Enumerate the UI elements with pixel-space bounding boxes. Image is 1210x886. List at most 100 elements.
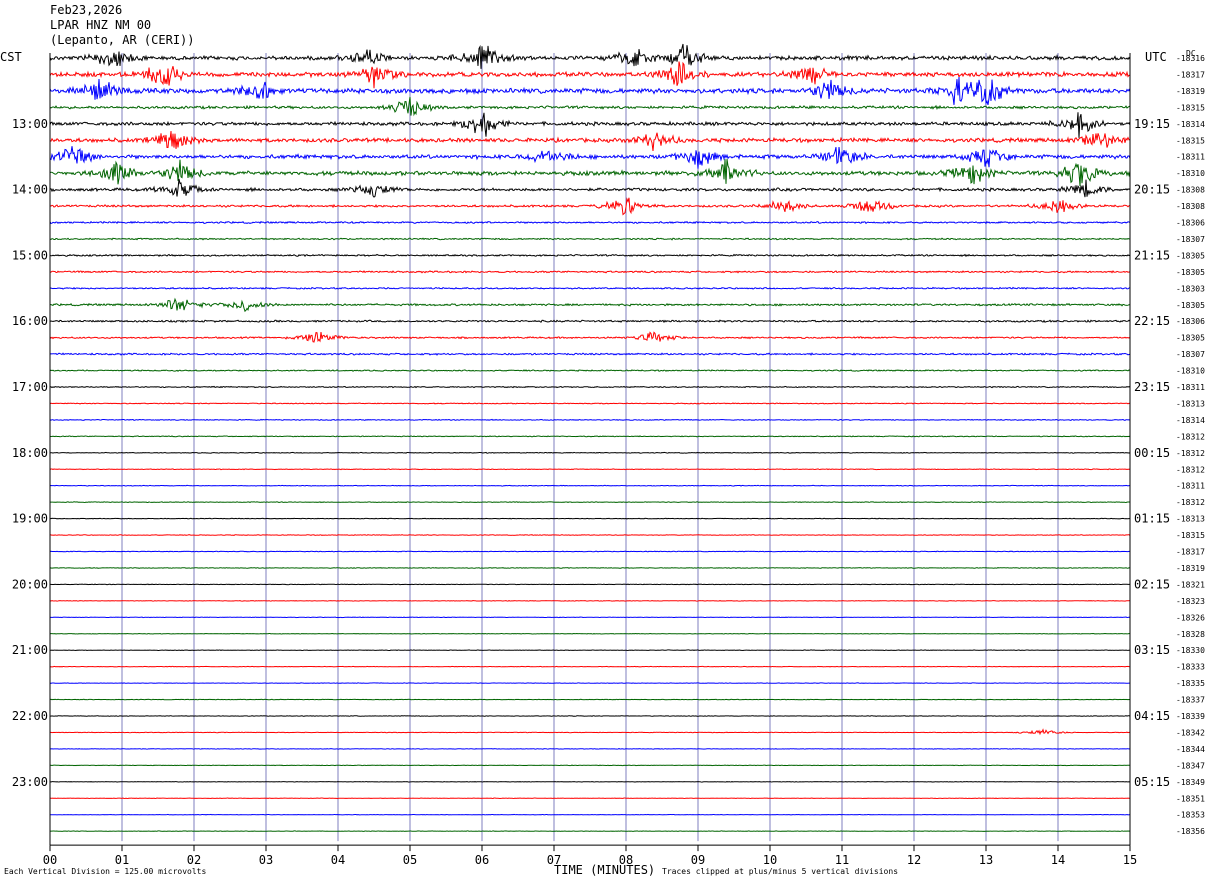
left-hour-label: 20:00 (12, 577, 48, 591)
dc-offset-label: -18312 (1176, 498, 1205, 507)
dc-offset-label: -18330 (1176, 646, 1205, 655)
seismic-trace (49, 352, 1131, 356)
dc-offset-label: -18308 (1176, 186, 1205, 195)
dc-offset-label: -18313 (1176, 399, 1205, 408)
dc-offset-label: -18305 (1176, 334, 1205, 343)
right-hour-label: 04:15 (1134, 709, 1170, 723)
left-hour-label: 15:00 (12, 248, 48, 262)
left-hour-label: 13:00 (12, 117, 48, 131)
dc-offset-label: -18317 (1176, 70, 1205, 79)
dc-offset-label: -18312 (1176, 465, 1205, 474)
left-hour-label: 19:00 (12, 512, 48, 526)
seismic-trace (50, 583, 1131, 586)
seismic-trace (49, 567, 1131, 569)
seismic-trace (50, 270, 1131, 274)
left-hour-label: 23:00 (12, 775, 48, 789)
dc-offset-label: -18323 (1176, 597, 1205, 606)
seismic-traces (49, 43, 1131, 832)
x-tick-label: 02 (187, 853, 201, 867)
seismic-trace (49, 178, 1131, 198)
dc-offset-label: -18314 (1176, 120, 1205, 129)
dc-offset-label: -18315 (1176, 136, 1205, 145)
dc-offset-label: -18303 (1176, 284, 1205, 293)
dc-offset-label: -18349 (1176, 778, 1205, 787)
x-tick-label: 15 (1123, 853, 1137, 867)
dc-offset-label: -18342 (1176, 728, 1205, 737)
header-date: Feb23,2026 (50, 3, 123, 17)
seismic-trace (50, 813, 1130, 816)
seismic-trace (49, 599, 1131, 602)
x-axis-label: TIME (MINUTES) (554, 863, 656, 877)
right-hour-label: 20:15 (1134, 183, 1170, 197)
right-hour-label: 01:15 (1134, 512, 1170, 526)
right-hour-label: 22:15 (1134, 314, 1170, 328)
dc-offset-label: -18315 (1176, 103, 1205, 112)
header-location: (Lepanto, AR (CERI)) (50, 33, 195, 47)
seismic-trace (49, 197, 1130, 216)
right-hour-label: 02:15 (1134, 577, 1170, 591)
right-timezone-label: UTC (1145, 50, 1167, 64)
dc-offset-label: -18311 (1176, 383, 1205, 392)
left-hour-label: 17:00 (12, 380, 48, 394)
left-hour-label: 18:00 (12, 446, 48, 460)
seismic-trace (50, 517, 1130, 520)
dc-offset-label: -18310 (1176, 367, 1205, 376)
seismic-trace (49, 715, 1131, 717)
seismic-trace (49, 253, 1131, 258)
seismic-trace (49, 130, 1131, 151)
left-hour-label: 16:00 (12, 314, 48, 328)
seismic-trace (49, 665, 1131, 668)
dc-offset-label: -18353 (1176, 811, 1205, 820)
dc-offset-label: -18328 (1176, 630, 1205, 639)
seismic-trace (49, 402, 1131, 405)
dc-offset-label: -18311 (1176, 482, 1205, 491)
seismic-trace (49, 220, 1131, 225)
dc-offset-label: -18344 (1176, 745, 1205, 754)
left-hour-label: 14:00 (12, 183, 48, 197)
dc-offset-label: -18337 (1176, 696, 1205, 705)
left-hour-labels: 13:00 14:00 15:00 16:00 17:00 18:00 19:00 20:00… (12, 117, 48, 789)
right-hour-label: 21:15 (1134, 248, 1170, 262)
seismic-trace (50, 764, 1131, 767)
seismic-trace (49, 484, 1130, 487)
right-hour-label: 19:15 (1134, 117, 1170, 131)
dc-offset-label: -18321 (1176, 580, 1205, 589)
x-tick-label: 00 (43, 853, 57, 867)
x-tick-label: 06 (475, 853, 489, 867)
x-tick-label: 01 (115, 853, 129, 867)
dc-offset-label: -18319 (1176, 564, 1205, 573)
x-tick-label: 05 (403, 853, 417, 867)
seismic-trace (49, 43, 1131, 69)
right-hour-label: 03:15 (1134, 643, 1170, 657)
seismic-trace (49, 418, 1131, 421)
x-tick-label: 12 (907, 853, 921, 867)
x-tick-label: 10 (763, 853, 777, 867)
seismic-trace (49, 616, 1131, 619)
seismic-trace (49, 61, 1131, 89)
seismic-trace (49, 331, 1131, 343)
seismic-trace (49, 96, 1131, 117)
dc-offset-label: -18333 (1176, 663, 1205, 672)
dc-offset-label: -18351 (1176, 794, 1205, 803)
dc-offset-label: -18312 (1176, 449, 1205, 458)
x-tick-label: 13 (979, 853, 993, 867)
dc-offset-label: -18313 (1176, 515, 1205, 524)
seismic-trace (50, 534, 1131, 536)
seismic-trace (49, 780, 1131, 783)
seismic-trace (50, 501, 1131, 504)
x-tick-label: 03 (259, 853, 273, 867)
seismic-trace (49, 146, 1131, 169)
seismic-trace (49, 728, 1130, 736)
dc-offset-label: -18339 (1176, 712, 1205, 721)
right-hour-label: 05:15 (1134, 775, 1170, 789)
dc-offset-label: -18305 (1176, 268, 1205, 277)
seismic-trace (49, 550, 1130, 553)
dc-offset-label: -18310 (1176, 169, 1205, 178)
seismic-trace (49, 237, 1131, 241)
dc-offset-label: -18307 (1176, 350, 1205, 359)
seismic-trace (49, 698, 1131, 701)
footer-clip-text: Traces clipped at plus/minus 5 vertical … (662, 867, 899, 876)
dc-offset-labels: -18316-18317-18319-18315-18314-18315-183… (1176, 54, 1205, 836)
seismic-trace (49, 830, 1131, 832)
seismic-trace (49, 112, 1131, 138)
